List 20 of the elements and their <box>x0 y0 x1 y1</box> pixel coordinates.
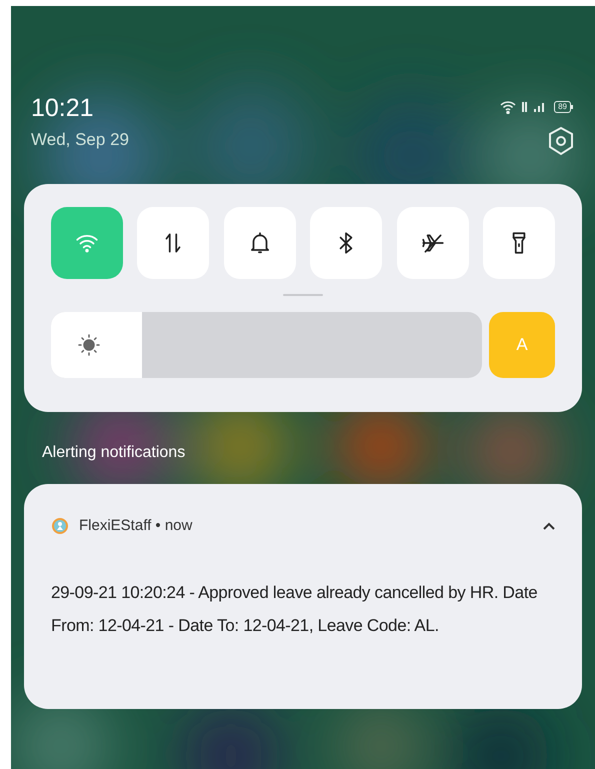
brightness-slider[interactable] <box>51 312 482 378</box>
section-title: Alerting notifications <box>42 443 186 463</box>
toggle-tile[interactable] <box>51 207 123 279</box>
toggle-tile[interactable] <box>482 207 555 279</box>
toggle-tile[interactable] <box>310 207 382 279</box>
clock-time: 10:21 <box>31 94 95 122</box>
toggle-tile[interactable] <box>396 207 469 279</box>
toggle-tile[interactable] <box>137 207 210 279</box>
app-name-and-time: FlexiEStaff • now <box>79 516 192 536</box>
notification-text: 29-09-21 10:20:24 - Approved leave already cancelled by HR. Date From: 12-04-21 - Date To: 12-04-21, Leave Code: AL. <box>51 582 538 636</box>
sun-icon <box>77 333 101 357</box>
collapse-chevron-icon[interactable] <box>543 522 555 530</box>
battery-icon: 89 <box>554 101 573 113</box>
toggle-tile[interactable] <box>224 207 296 279</box>
notification-card[interactable]: FlexiEStaff • now 29-09-21 10:20:24 - Approved leave already cancelled by HR. Date From: 12-04-21 - Date To: 12-04-21, Leave Code: AL. <box>24 484 582 709</box>
date-text: Wed, Sep 29 <box>31 130 129 150</box>
app-icon <box>51 517 69 536</box>
settings-icon[interactable] <box>547 126 575 156</box>
drag-handle[interactable] <box>283 294 323 296</box>
wifi-icon <box>500 100 516 114</box>
